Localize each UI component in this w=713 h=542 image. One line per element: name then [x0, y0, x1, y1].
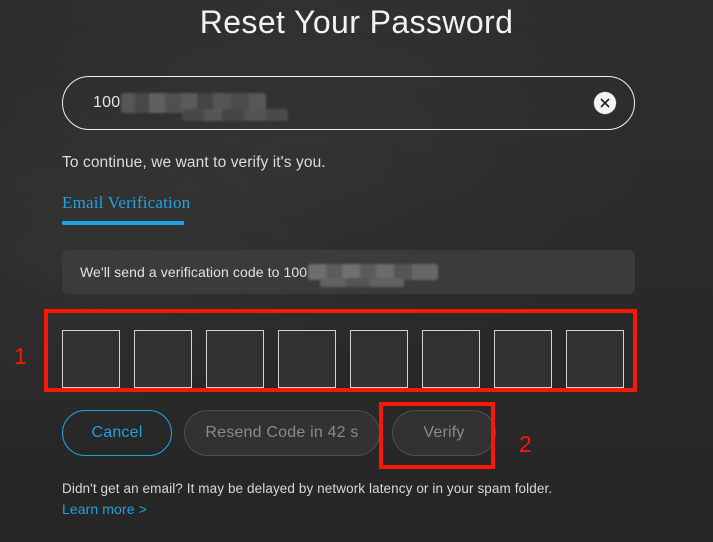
email-value: 100	[93, 77, 267, 129]
resend-code-button: Resend Code in 42 s	[184, 410, 380, 456]
email-prefix-text: 100	[93, 94, 121, 111]
close-circle-icon[interactable]	[594, 92, 616, 114]
code-digit-input[interactable]	[62, 330, 120, 388]
code-digit-input[interactable]	[566, 330, 624, 388]
reset-password-page: Reset Your Password 100 To continue, we …	[0, 0, 713, 542]
code-digit-input[interactable]	[134, 330, 192, 388]
info-banner-redacted-block-2	[320, 278, 404, 287]
info-banner-text: We'll send a verification code to 100	[80, 264, 308, 280]
tab-active-underline	[62, 221, 184, 225]
verify-subtitle: To continue, we want to verify it's you.	[62, 154, 326, 171]
action-buttons-row: Cancel Resend Code in 42 s Verify	[62, 410, 496, 456]
annotation-number-1: 1	[14, 343, 27, 369]
info-banner: We'll send a verification code to 100	[62, 250, 635, 294]
footer: Didn't get an email? It may be delayed b…	[62, 479, 662, 519]
tab-email-verification[interactable]: Email Verification	[62, 193, 190, 225]
email-input[interactable]: 100	[62, 76, 635, 130]
code-digit-input[interactable]	[278, 330, 336, 388]
cancel-button[interactable]: Cancel	[62, 410, 172, 456]
email-redacted-block-2	[182, 109, 288, 121]
code-input-row[interactable]	[62, 330, 624, 388]
page-title: Reset Your Password	[199, 4, 514, 40]
learn-more-link[interactable]: Learn more >	[62, 501, 147, 517]
code-digit-input[interactable]	[422, 330, 480, 388]
tab-email-verification-label[interactable]: Email Verification	[62, 193, 190, 213]
code-digit-input[interactable]	[206, 330, 264, 388]
annotation-number-2: 2	[519, 431, 532, 457]
footer-help-text: Didn't get an email? It may be delayed b…	[62, 481, 553, 496]
code-digit-input[interactable]	[350, 330, 408, 388]
code-digit-input[interactable]	[494, 330, 552, 388]
verify-button[interactable]: Verify	[392, 410, 496, 456]
